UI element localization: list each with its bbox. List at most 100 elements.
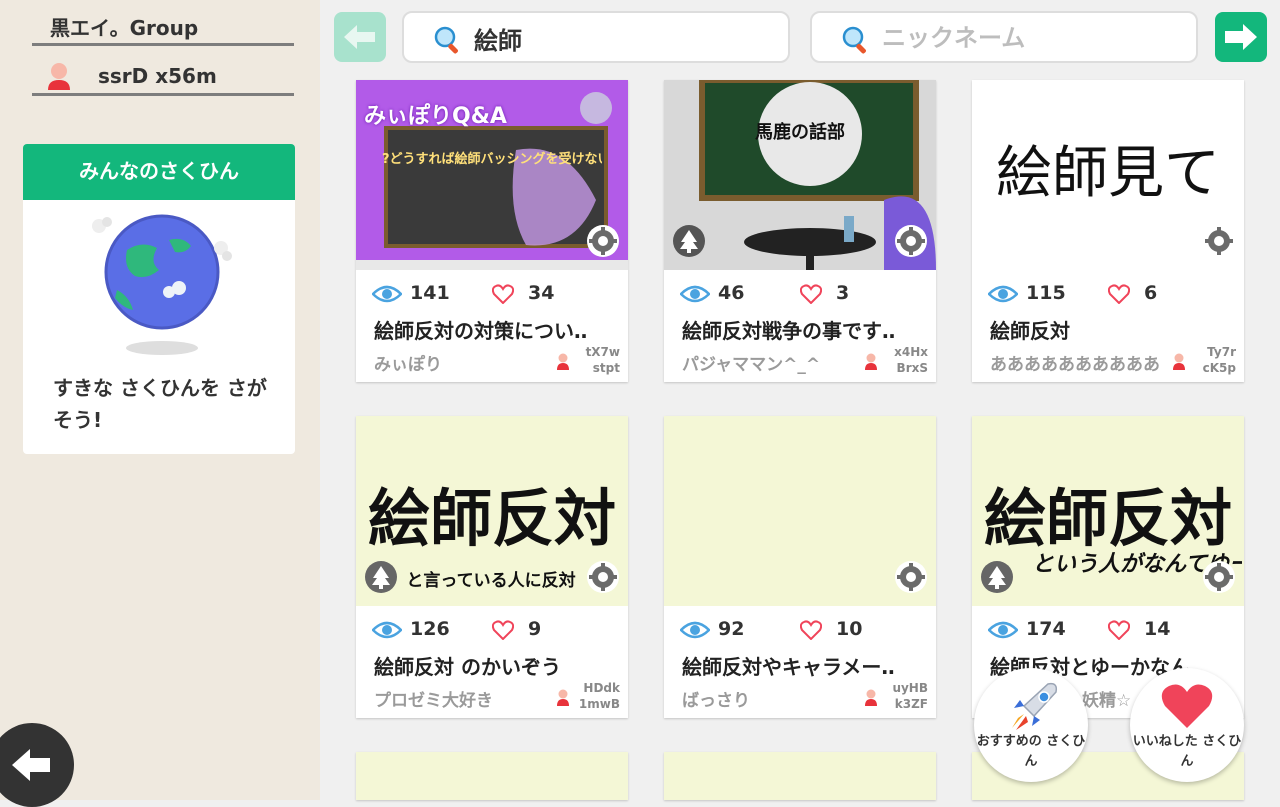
author-id-line2: 1mwB [578, 697, 620, 711]
user-icon [557, 353, 569, 370]
like-count: 9 [528, 618, 542, 640]
search-icon [842, 26, 866, 54]
view-count: 141 [410, 282, 450, 304]
recommended-works-label: おすすめの さくひん [976, 734, 1086, 769]
author-id: Ty7r cK5p [1190, 344, 1236, 376]
arrow-left-icon [344, 25, 375, 49]
thumbnail-title: 馬鹿の話部 [755, 122, 845, 143]
author-id: HDdk 1mwB [574, 680, 620, 712]
panel-description: すきな さくひんを さがそう! [53, 376, 267, 432]
author-id-line1: tX7w [585, 345, 620, 359]
back-button[interactable] [0, 723, 74, 807]
gear-icon[interactable] [894, 224, 928, 258]
recommended-works-button[interactable]: おすすめの さくひん [974, 668, 1088, 782]
everyone-works-panel: みんなのさくひん すきな さくひんを さがそう! [23, 144, 295, 454]
author-name: プロゼミ大好き [374, 691, 493, 711]
work-stats: 126 9 [372, 618, 622, 642]
search-submit-button[interactable] [1215, 12, 1267, 62]
author-id-line1: uyHB [892, 681, 928, 695]
author-id: x4Hx BrxS [882, 344, 928, 376]
heart-icon [800, 620, 822, 640]
work-title: 絵師反対 のかいぞう [374, 655, 561, 679]
eye-icon [680, 285, 710, 303]
liked-works-button[interactable]: いいねした さくひん [1130, 668, 1244, 782]
keyword-search-input[interactable] [474, 21, 774, 55]
user-icon [865, 689, 877, 706]
author-name: パジャママン^_^ [682, 355, 821, 375]
view-count: 92 [718, 618, 745, 640]
thumbnail-title: 絵師見て [996, 141, 1220, 206]
keyword-search-box[interactable] [402, 11, 790, 63]
eye-icon [988, 621, 1018, 639]
like-count: 14 [1144, 618, 1171, 640]
gear-icon[interactable] [1202, 560, 1236, 594]
work-thumbnail [664, 416, 936, 606]
tree-icon [673, 225, 705, 257]
author-name: ばっさり [682, 691, 750, 711]
heart-icon [492, 284, 514, 304]
work-thumbnail: 絵師見て [972, 80, 1244, 270]
author-id-line2: stpt [592, 361, 620, 375]
liked-works-label: いいねした さくひん [1132, 734, 1242, 769]
eye-icon [680, 621, 710, 639]
thumbnail-subtitle: と言っている人に反対 [406, 571, 576, 591]
like-count: 10 [836, 618, 863, 640]
author-name: みぃぽり [374, 355, 442, 375]
previous-page-button[interactable] [334, 12, 386, 62]
work-card[interactable]: 馬鹿の話部 46 3 絵師反対戦争の事です‥ パジャママン^_^ x4Hx Br… [664, 80, 936, 382]
user-avatar-icon [48, 63, 70, 90]
gear-icon[interactable] [894, 560, 928, 594]
work-title: 絵師反対戦争の事です‥ [682, 319, 896, 343]
thumbnail-subtitle: ?どうすれば絵師バッシングを受けない? [382, 152, 602, 167]
panel-title: みんなのさくひん [23, 144, 295, 200]
view-count: 115 [1026, 282, 1066, 304]
like-count: 6 [1144, 282, 1158, 304]
globe-illustration [87, 210, 237, 360]
view-count: 46 [718, 282, 745, 304]
thumbnail-title: みぃぽりQ&A [364, 104, 507, 129]
heart-icon [492, 620, 514, 640]
work-card[interactable]: 絵師反対 と言っている人に反対 126 9 絵師反対 のかいぞう プロゼミ大好き… [356, 416, 628, 718]
author-id-line1: Ty7r [1207, 345, 1236, 359]
work-stats: 46 3 [680, 282, 930, 306]
work-stats: 141 34 [372, 282, 622, 306]
nickname-search-input[interactable] [882, 21, 1182, 55]
eye-icon [372, 621, 402, 639]
work-title: 絵師反対 [990, 319, 1070, 343]
like-count: 34 [528, 282, 555, 304]
eye-icon [988, 285, 1018, 303]
user-row[interactable]: ssrD x56m [32, 56, 294, 96]
tree-icon [365, 561, 397, 593]
like-count: 3 [836, 282, 850, 304]
view-count: 126 [410, 618, 450, 640]
author-name: ああああああああああ [990, 355, 1160, 375]
work-thumbnail: みぃぽりQ&A ?どうすれば絵師バッシングを受けない? [356, 80, 628, 270]
heart-icon [1108, 620, 1130, 640]
heart-icon [1161, 684, 1213, 728]
work-card[interactable]: 92 10 絵師反対やキャラメー‥ ばっさり uyHB k3ZF [664, 416, 936, 718]
rocket-icon [1012, 682, 1058, 730]
author-id-line2: BrxS [896, 361, 928, 375]
author-id: uyHB k3ZF [882, 680, 928, 712]
gear-icon[interactable] [586, 560, 620, 594]
work-stats: 92 10 [680, 618, 930, 642]
author-id-line1: x4Hx [894, 345, 928, 359]
user-icon [557, 689, 569, 706]
nickname-search-box[interactable] [810, 11, 1198, 63]
work-card[interactable]: みぃぽりQ&A ?どうすれば絵師バッシングを受けない? 141 34 絵師反対の… [356, 80, 628, 382]
work-card[interactable] [356, 752, 628, 800]
author-id: tX7w stpt [574, 344, 620, 376]
work-thumbnail: 絵師反対 と言っている人に反対 [356, 416, 628, 606]
work-card[interactable] [664, 752, 936, 800]
search-icon [434, 26, 458, 54]
gear-icon[interactable] [586, 224, 620, 258]
heart-icon [800, 284, 822, 304]
group-row[interactable]: 黒エイ。Group [32, 10, 294, 46]
thumbnail-title: 絵師反対 [983, 482, 1232, 555]
heart-icon [1108, 284, 1130, 304]
work-stats: 174 14 [988, 618, 1238, 642]
work-thumbnail: 馬鹿の話部 [664, 80, 936, 270]
user-icon [1173, 353, 1185, 370]
gear-icon[interactable] [1202, 224, 1236, 258]
work-card[interactable]: 絵師見て 115 6 絵師反対 ああああああああああ Ty7r cK5p [972, 80, 1244, 382]
